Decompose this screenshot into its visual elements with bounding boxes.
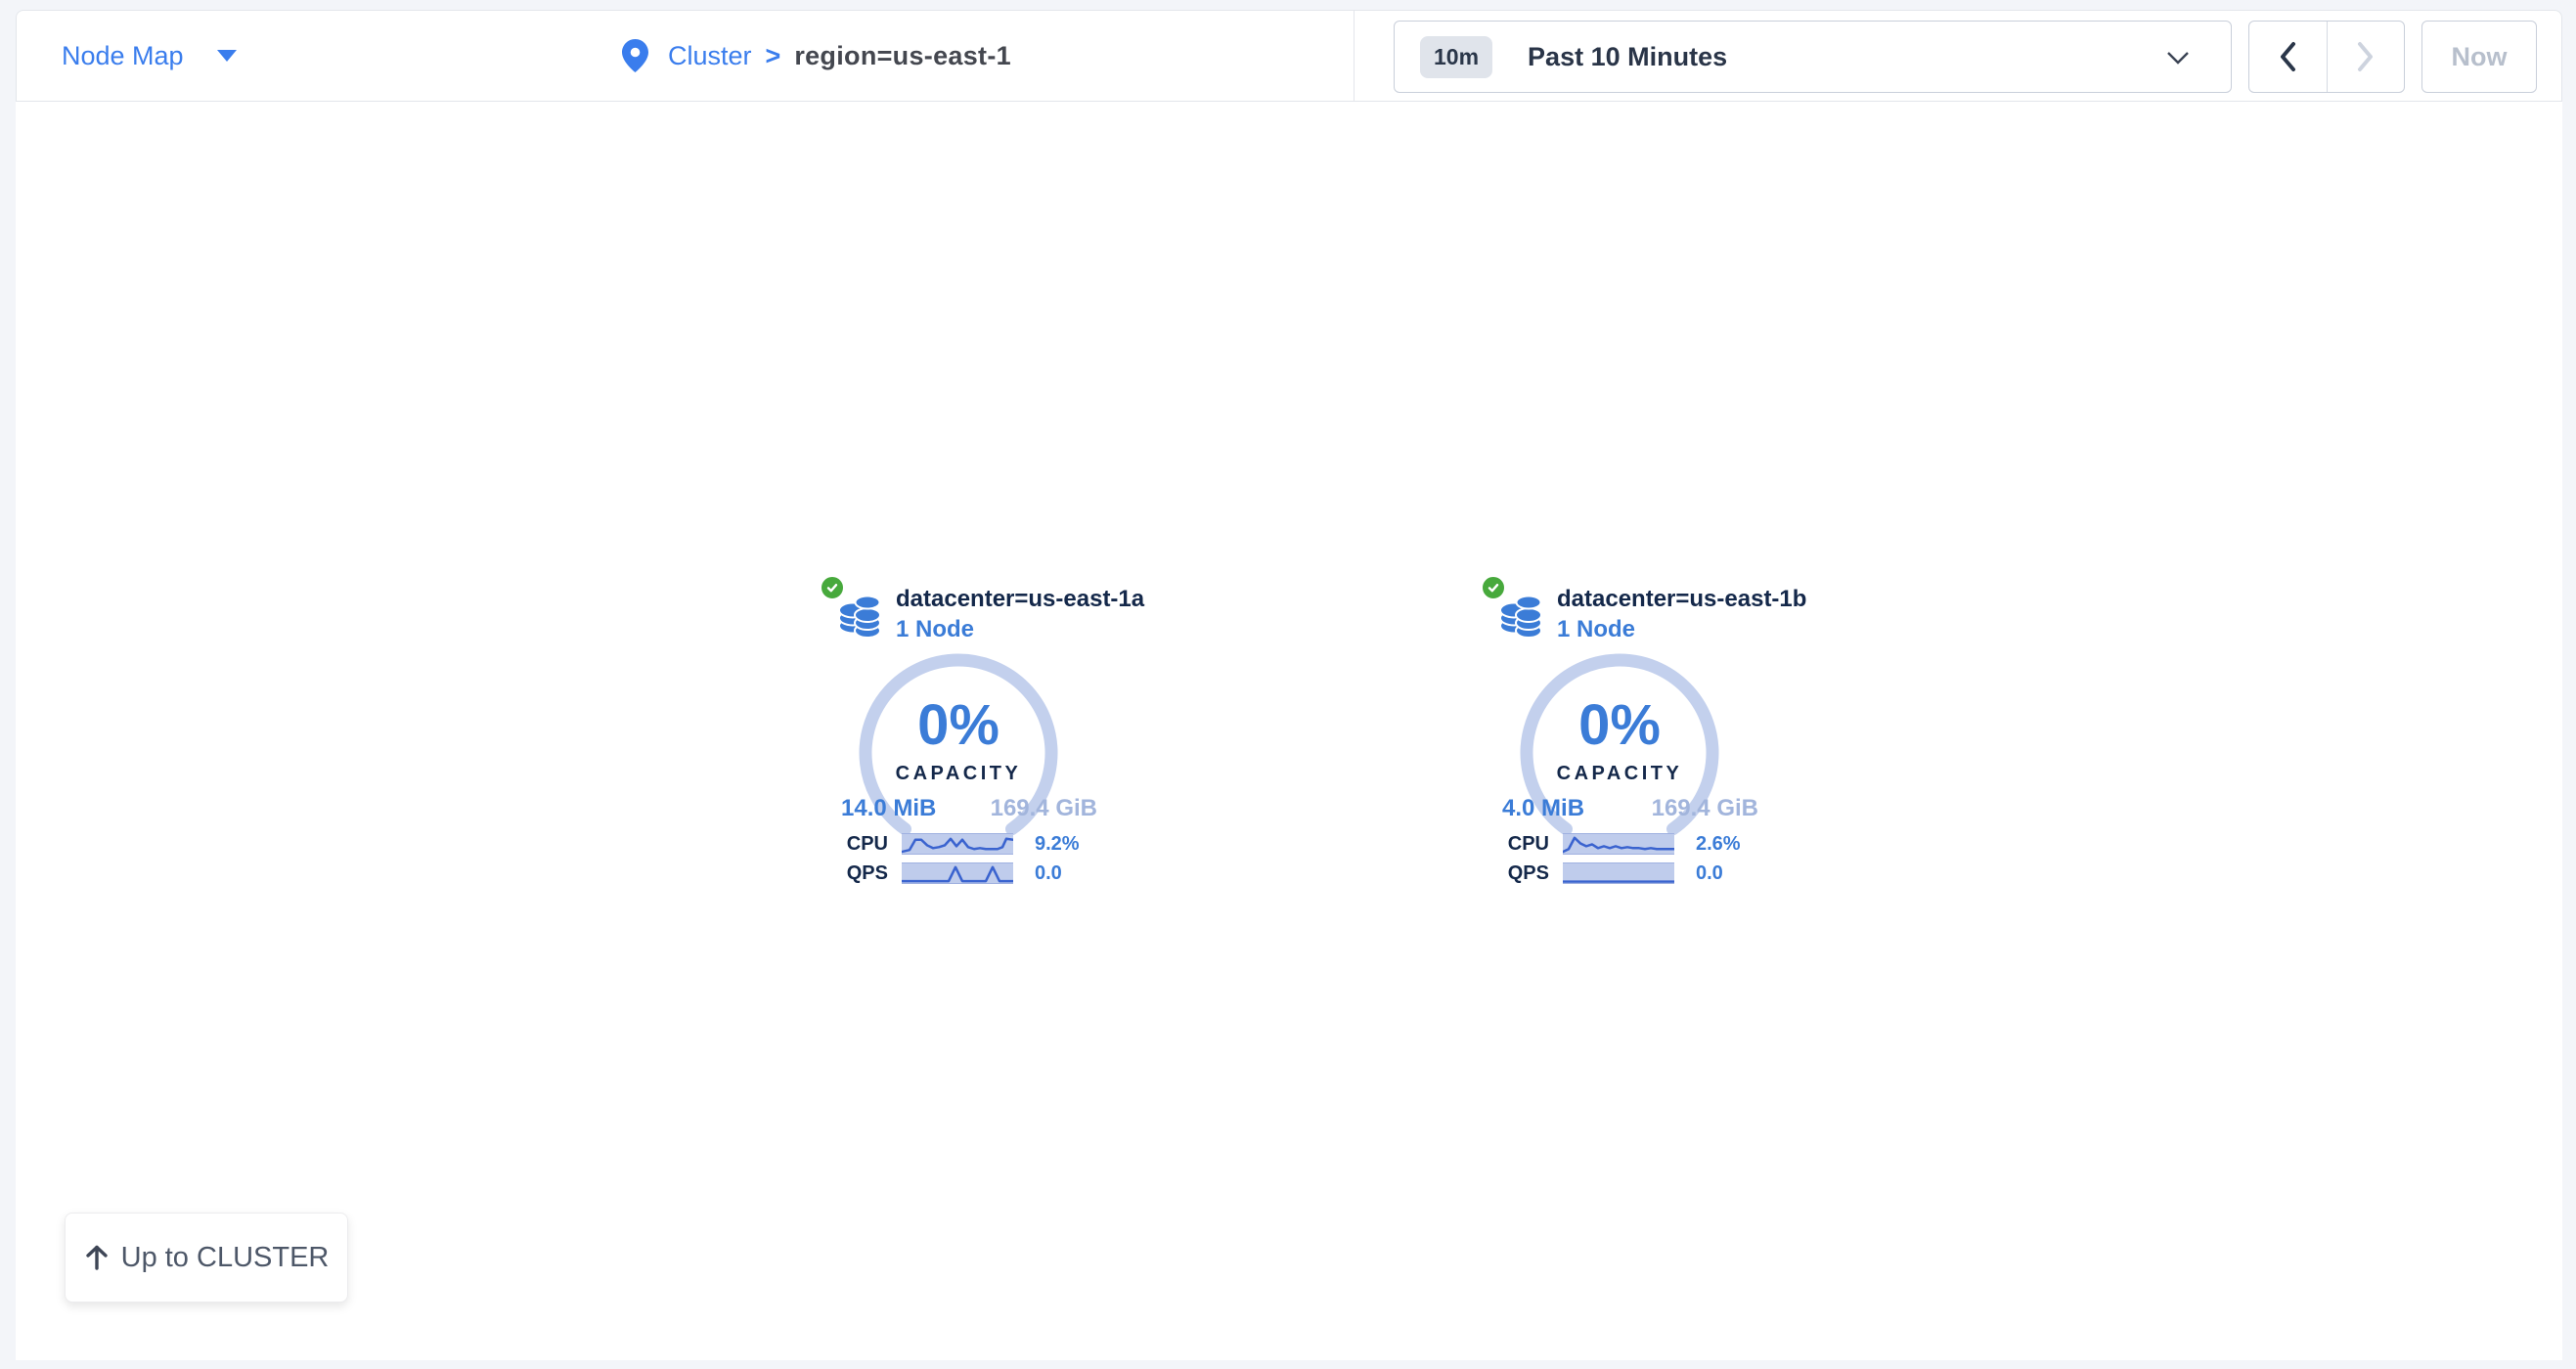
view-selector-dropdown[interactable]: Node Map	[62, 11, 237, 101]
datacenter-name: datacenter=us-east-1b	[1557, 584, 1806, 614]
time-range-label: Past 10 Minutes	[1528, 42, 1727, 72]
status-check-icon	[820, 575, 845, 600]
qps-row: QPS 0.0	[1473, 861, 1723, 885]
cpu-label: CPU	[812, 833, 888, 856]
qps-value: 0.0	[1696, 862, 1723, 885]
cpu-value: 2.6%	[1696, 833, 1741, 856]
up-arrow-icon	[84, 1244, 110, 1271]
breadcrumb-cluster-link[interactable]: Cluster	[668, 41, 752, 71]
time-range-selector[interactable]: 10m Past 10 Minutes	[1394, 21, 2232, 93]
cpu-value: 9.2%	[1035, 833, 1080, 856]
up-to-cluster-label: Up to CLUSTER	[121, 1242, 330, 1274]
datacenter-card[interactable]: datacenter=us-east-1a 1 Node 0% CAPACITY…	[812, 572, 1183, 905]
node-count: 1 Node	[1557, 614, 1806, 644]
qps-row: QPS 0.0	[812, 861, 1062, 885]
capacity-values: 4.0 MiB 169.4 GiB	[1502, 795, 1758, 822]
chevron-right-icon	[2356, 40, 2376, 73]
capacity-values: 14.0 MiB 169.4 GiB	[841, 795, 1097, 822]
capacity-label: CAPACITY	[1473, 763, 1766, 785]
breadcrumb-current: region=us-east-1	[794, 41, 1011, 71]
cpu-row: CPU 9.2%	[812, 832, 1080, 856]
database-stack-icon	[1498, 592, 1545, 639]
now-button[interactable]: Now	[2421, 21, 2537, 93]
map-area	[16, 102, 2562, 1360]
header-bar: Node Map Cluster > region=us-east-1 10m …	[16, 10, 2562, 102]
capacity-total: 169.4 GiB	[991, 795, 1097, 822]
cpu-sparkline	[902, 833, 1013, 855]
chevron-left-icon	[2278, 40, 2297, 73]
capacity-label: CAPACITY	[812, 763, 1105, 785]
capacity-percent: 0%	[812, 692, 1105, 758]
up-to-cluster-button[interactable]: Up to CLUSTER	[65, 1213, 348, 1303]
status-check-icon	[1481, 575, 1506, 600]
qps-label: QPS	[812, 862, 888, 885]
next-time-button[interactable]	[2328, 22, 2405, 92]
capacity-percent: 0%	[1473, 692, 1766, 758]
chevron-down-icon	[2166, 51, 2190, 66]
location-pin-icon	[622, 39, 648, 72]
capacity-used: 4.0 MiB	[1502, 795, 1584, 822]
datacenter-name: datacenter=us-east-1a	[896, 584, 1144, 614]
cpu-label: CPU	[1473, 833, 1549, 856]
qps-sparkline	[1563, 862, 1674, 884]
qps-sparkline	[902, 862, 1013, 884]
breadcrumb: Cluster > region=us-east-1	[622, 11, 1011, 101]
qps-value: 0.0	[1035, 862, 1062, 885]
datacenter-card[interactable]: datacenter=us-east-1b 1 Node 0% CAPACITY…	[1473, 572, 1844, 905]
qps-label: QPS	[1473, 862, 1549, 885]
header-divider	[1354, 11, 1355, 101]
time-range-badge: 10m	[1420, 36, 1492, 78]
cpu-sparkline	[1563, 833, 1674, 855]
database-stack-icon	[837, 592, 884, 639]
caret-down-icon	[217, 50, 237, 62]
capacity-total: 169.4 GiB	[1652, 795, 1758, 822]
capacity-used: 14.0 MiB	[841, 795, 936, 822]
view-selector-label: Node Map	[62, 41, 184, 71]
breadcrumb-separator: >	[766, 41, 781, 71]
time-step-buttons	[2248, 21, 2405, 93]
prev-time-button[interactable]	[2249, 22, 2328, 92]
node-count: 1 Node	[896, 614, 1144, 644]
cpu-row: CPU 2.6%	[1473, 832, 1741, 856]
